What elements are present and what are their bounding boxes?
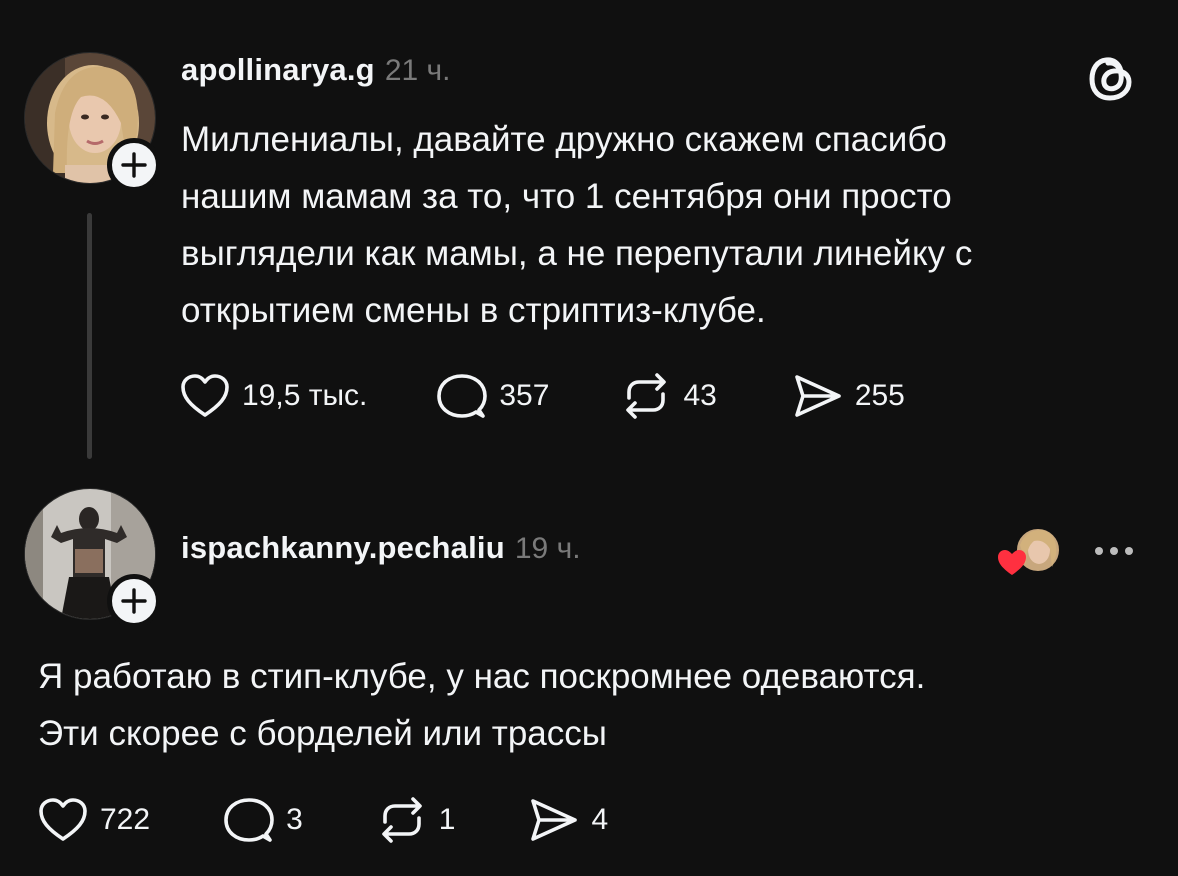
reply-repost-button[interactable]: 1: [377, 796, 456, 844]
reply-button[interactable]: 357: [437, 372, 549, 420]
more-options-button[interactable]: [1095, 545, 1133, 557]
reply-repost-count: 1: [438, 803, 456, 836]
heart-icon: [39, 798, 87, 841]
post-actions: 19,5 тыс. 357 43 255: [180, 372, 905, 420]
follow-button[interactable]: [107, 138, 161, 192]
like-count: 19,5 тыс.: [242, 379, 368, 412]
reply-username[interactable]: ispachkanny.pechaliu: [181, 530, 505, 566]
threads-logo-icon[interactable]: [1086, 52, 1138, 109]
reply-reply-count: 3: [286, 803, 303, 836]
red-heart-icon: [998, 550, 1026, 575]
reply-actions: 722 3 1 4: [38, 796, 608, 844]
post-timestamp: 21 ч.: [384, 54, 451, 87]
like-button[interactable]: 19,5 тыс.: [180, 373, 367, 419]
reply-share-button[interactable]: 4: [529, 797, 608, 843]
repost-arrows-icon: [626, 373, 667, 419]
heart-icon: [181, 374, 229, 417]
plus-icon: [121, 152, 147, 178]
share-button[interactable]: 255: [793, 373, 905, 419]
speech-bubble-icon: [437, 374, 488, 418]
speech-bubble-icon: [224, 798, 274, 842]
reply-text: Я работаю в стип-клубе, у нас поскромнее…: [38, 657, 926, 753]
repost-button[interactable]: 43: [621, 372, 717, 420]
reply-count: 357: [499, 379, 550, 412]
thread-line: [87, 213, 92, 459]
repost-arrows-icon: [381, 797, 422, 843]
more-dots-icon: [1095, 547, 1103, 555]
post-username[interactable]: apollinarya.g: [181, 52, 375, 88]
reply-like-button[interactable]: 722: [38, 797, 150, 843]
post-text: Миллениалы, давайте дружно скажем спасиб…: [181, 120, 973, 330]
reply-header: ispachkanny.pechaliu 19 ч.: [181, 530, 581, 566]
author-liked-indicator: [996, 525, 1064, 577]
reply-reply-button[interactable]: 3: [224, 796, 303, 844]
reply-timestamp: 19 ч.: [514, 532, 581, 565]
reply-follow-button[interactable]: [107, 574, 161, 628]
share-count: 255: [854, 379, 905, 412]
reply-like-count: 722: [100, 803, 151, 836]
send-icon: [531, 799, 578, 841]
post-header: apollinarya.g 21 ч.: [181, 52, 451, 88]
repost-count: 43: [683, 379, 717, 412]
send-icon: [795, 375, 841, 417]
reply-share-count: 4: [591, 803, 609, 836]
plus-icon: [121, 588, 147, 614]
